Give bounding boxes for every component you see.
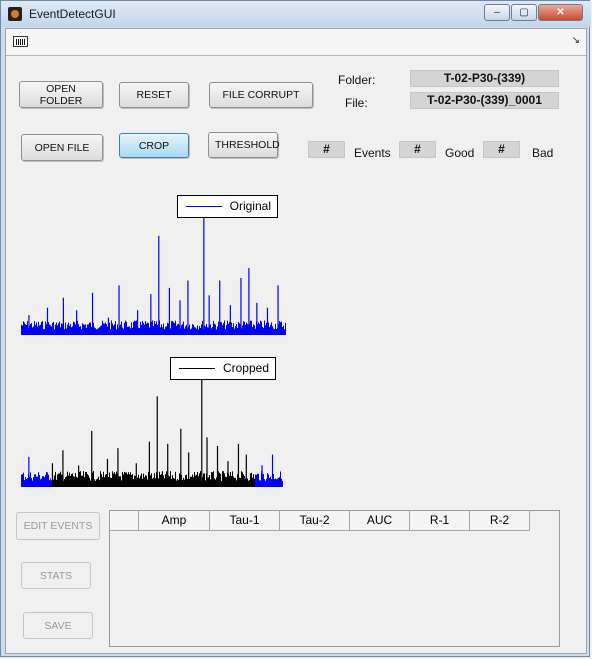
window-title: EventDetectGUI	[29, 7, 116, 21]
matlab-app-icon	[8, 7, 22, 21]
cropped-trace-noise	[21, 471, 283, 487]
minimize-button[interactable]: –	[484, 4, 510, 21]
good-count: #	[399, 141, 436, 158]
plot-icon[interactable]	[13, 36, 28, 47]
cropped-legend[interactable]: Cropped	[170, 357, 276, 380]
maximize-button[interactable]: ▢	[511, 4, 537, 21]
events-table[interactable]: Amp Tau-1 Tau-2 AUC R-1 R-2	[109, 510, 560, 647]
file-label: File:	[345, 96, 368, 110]
crop-button[interactable]: CROP	[119, 133, 189, 158]
events-label: Events	[354, 146, 391, 160]
file-value: T-02-P30-(339)_0001	[410, 92, 559, 109]
app-window: EventDetectGUI – ▢ ✕ ↘ OPEN FOLDER RESET…	[0, 0, 591, 657]
edit-events-button[interactable]: EDIT EVENTS	[16, 512, 100, 540]
threshold-button[interactable]: THRESHOLD	[208, 132, 280, 158]
original-signal-plot[interactable]	[21, 209, 286, 337]
original-trace-noise	[21, 320, 286, 335]
title-bar[interactable]: EventDetectGUI – ▢ ✕	[1, 1, 591, 27]
bad-label: Bad	[532, 146, 554, 160]
table-header-cell[interactable]	[110, 511, 139, 531]
folder-value: T-02-P30-(339)	[410, 70, 559, 87]
save-button[interactable]: SAVE	[23, 612, 93, 639]
cropped-legend-line	[179, 368, 215, 369]
open-file-button[interactable]: OPEN FILE	[21, 134, 103, 161]
table-header-cell[interactable]: R-2	[470, 511, 530, 531]
dock-arrow-icon[interactable]: ↘	[572, 35, 580, 46]
original-legend-label: Original	[229, 199, 271, 213]
bad-count: #	[483, 141, 520, 158]
events-count: #	[308, 141, 345, 158]
figure-area: ↘ OPEN FOLDER RESET FILE CORRUPT OPEN FI…	[5, 28, 587, 654]
toolbar: ↘	[6, 29, 586, 56]
table-header: Amp Tau-1 Tau-2 AUC R-1 R-2	[110, 511, 530, 531]
file-corrupt-button[interactable]: FILE CORRUPT	[209, 82, 313, 108]
open-folder-button[interactable]: OPEN FOLDER	[19, 81, 103, 108]
close-button[interactable]: ✕	[538, 4, 583, 21]
cropped-legend-label: Cropped	[222, 361, 269, 375]
table-header-cell[interactable]: R-1	[410, 511, 470, 531]
original-legend-line	[186, 206, 222, 207]
table-header-cell[interactable]: Tau-1	[210, 511, 280, 531]
stats-button[interactable]: STATS	[21, 562, 91, 589]
table-header-cell[interactable]: AUC	[350, 511, 410, 531]
good-label: Good	[445, 146, 475, 160]
reset-button[interactable]: RESET	[119, 82, 189, 108]
table-header-cell[interactable]: Tau-2	[280, 511, 350, 531]
folder-label: Folder:	[338, 73, 376, 87]
cropped-signal-plot[interactable]	[21, 377, 283, 489]
original-legend[interactable]: Original	[177, 195, 278, 218]
table-header-cell[interactable]: Amp	[139, 511, 210, 531]
